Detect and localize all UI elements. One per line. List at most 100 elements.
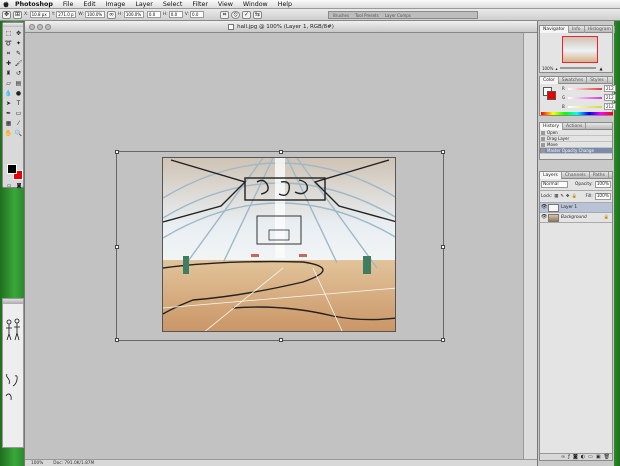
reference-point-icon[interactable]: ⊞: [13, 10, 22, 19]
tab-color[interactable]: Color: [540, 76, 559, 84]
link-layers-icon[interactable]: ∞: [561, 454, 565, 460]
slice-tool-icon[interactable]: ✎: [14, 49, 23, 58]
eyedropper-tool-icon[interactable]: ⁄: [14, 119, 23, 128]
delete-layer-icon[interactable]: 🗑: [604, 454, 610, 460]
channel-r-value[interactable]: 212: [604, 85, 616, 92]
navigator-preview[interactable]: [562, 36, 598, 63]
tab-channels[interactable]: Channels: [562, 171, 590, 179]
tab-histogram[interactable]: Histogram: [585, 25, 615, 33]
minimize-window-button[interactable]: [37, 24, 43, 30]
link-icon[interactable]: ∞: [106, 10, 116, 19]
close-window-button[interactable]: [29, 24, 35, 30]
channel-b-slider[interactable]: [568, 106, 602, 108]
adjustment-layer-icon[interactable]: ◐: [581, 454, 585, 460]
blur-tool-icon[interactable]: 💧: [4, 89, 13, 98]
tab-info[interactable]: Info: [569, 25, 585, 33]
opacity-input[interactable]: 100%: [594, 181, 611, 188]
navigator-zoom-value[interactable]: 100%: [542, 66, 553, 71]
clone-stamp-tool-icon[interactable]: ♜: [4, 69, 13, 78]
history-brush-tool-icon[interactable]: ↺: [14, 69, 23, 78]
x-input[interactable]: [29, 11, 50, 18]
tab-styles[interactable]: Styles: [587, 76, 608, 84]
angle-input[interactable]: [146, 11, 161, 18]
tab-paths[interactable]: Paths: [590, 171, 609, 179]
document-titlebar[interactable]: hall.jpg @ 100% (Layer 1, RGB/8#): [25, 21, 537, 33]
transform-handle-bottom-left[interactable]: [115, 338, 119, 342]
color-bg-swatch[interactable]: [547, 91, 556, 100]
magic-wand-tool-icon[interactable]: ✦: [14, 39, 23, 48]
menu-photoshop[interactable]: Photoshop: [10, 1, 58, 8]
move-tool-icon[interactable]: ✥: [14, 29, 23, 38]
tab-swatches[interactable]: Swatches: [559, 76, 588, 84]
zoom-level[interactable]: 100%: [31, 461, 43, 466]
w-input[interactable]: [84, 11, 105, 18]
pen-tool-icon[interactable]: ✒: [4, 109, 13, 118]
menu-window[interactable]: Window: [238, 1, 273, 8]
transform-handle-bottom[interactable]: [279, 338, 283, 342]
gradient-tool-icon[interactable]: ▤: [14, 79, 23, 88]
transform-handle-top-right[interactable]: [441, 150, 445, 154]
channel-b-value[interactable]: 212: [604, 103, 616, 110]
zoom-tool-icon[interactable]: 🔍: [14, 129, 23, 138]
color-swatches[interactable]: [7, 164, 23, 180]
well-tab-brushes[interactable]: Brushes: [333, 13, 349, 18]
quick-mask-mode-icon[interactable]: ◙: [15, 183, 23, 189]
lock-position-icon[interactable]: ✥: [566, 194, 570, 199]
transform-handle-bottom-right[interactable]: [441, 338, 445, 342]
menu-view[interactable]: View: [213, 1, 238, 8]
zoom-in-icon[interactable]: ▲: [599, 66, 602, 71]
healing-brush-tool-icon[interactable]: ✚: [4, 59, 13, 68]
navigator-zoom-slider[interactable]: [560, 67, 596, 69]
vertical-scrollbar[interactable]: [523, 33, 537, 459]
tool-preset-picker[interactable]: ✥: [2, 10, 11, 19]
visibility-eye-icon[interactable]: 👁: [541, 205, 547, 210]
notes-tool-icon[interactable]: ▦: [4, 119, 13, 128]
color-ramp[interactable]: [541, 112, 613, 115]
menu-select[interactable]: Select: [158, 1, 187, 8]
warp-mode-icon[interactable]: ⌗: [220, 10, 230, 19]
apple-menu-icon[interactable]: [2, 0, 10, 8]
fill-input[interactable]: 100%: [594, 193, 611, 200]
palette-well-toggle-icon[interactable]: ⇆: [253, 10, 263, 19]
marquee-tool-icon[interactable]: ⬚: [4, 29, 13, 38]
menu-image[interactable]: Image: [101, 1, 131, 8]
new-layer-icon[interactable]: ▣: [596, 454, 601, 460]
eraser-tool-icon[interactable]: ▱: [4, 79, 13, 88]
lasso-tool-icon[interactable]: ➰: [4, 39, 13, 48]
shape-tool-icon[interactable]: ▭: [14, 109, 23, 118]
new-group-icon[interactable]: ▭: [588, 454, 593, 460]
transform-handle-right[interactable]: [441, 245, 445, 249]
lock-transparency-icon[interactable]: ▦: [554, 194, 558, 199]
lock-all-icon[interactable]: 🔒: [572, 194, 577, 199]
menu-layer[interactable]: Layer: [130, 1, 158, 8]
transform-handle-left[interactable]: [115, 245, 119, 249]
tab-layers[interactable]: Layers: [540, 171, 562, 179]
menu-edit[interactable]: Edit: [78, 1, 100, 8]
commit-transform-icon[interactable]: ✓: [242, 10, 252, 19]
history-item-selected[interactable]: Master Opacity Change: [540, 148, 612, 154]
visibility-eye-icon[interactable]: 👁: [541, 215, 547, 220]
zoom-window-button[interactable]: [45, 24, 51, 30]
cancel-transform-icon[interactable]: ⦸: [231, 10, 241, 19]
hskew-input[interactable]: [168, 11, 183, 18]
transform-handle-top[interactable]: [279, 150, 283, 154]
vskew-input[interactable]: [190, 11, 205, 18]
crop-tool-icon[interactable]: ⌗: [4, 49, 13, 58]
y-input[interactable]: [56, 11, 77, 18]
path-selection-tool-icon[interactable]: ➤: [4, 99, 13, 108]
transform-handle-top-left[interactable]: [115, 150, 119, 154]
well-tab-layer-comps[interactable]: Layer Comps: [385, 13, 411, 18]
foreground-color-swatch[interactable]: [7, 164, 17, 174]
tab-actions[interactable]: Actions: [563, 122, 587, 130]
hand-tool-icon[interactable]: ✋: [4, 129, 13, 138]
brush-tool-icon[interactable]: 🖌: [14, 59, 23, 68]
menu-filter[interactable]: Filter: [187, 1, 213, 8]
gym-hall-image[interactable]: [162, 157, 396, 332]
channel-g-value[interactable]: 212: [604, 94, 616, 101]
blend-mode-select[interactable]: Normal: [541, 181, 568, 188]
type-tool-icon[interactable]: T: [14, 99, 23, 108]
channel-g-slider[interactable]: [568, 97, 602, 99]
menu-file[interactable]: File: [58, 1, 79, 8]
layer-style-icon[interactable]: ƒ: [568, 454, 570, 460]
h-input[interactable]: [123, 11, 144, 18]
